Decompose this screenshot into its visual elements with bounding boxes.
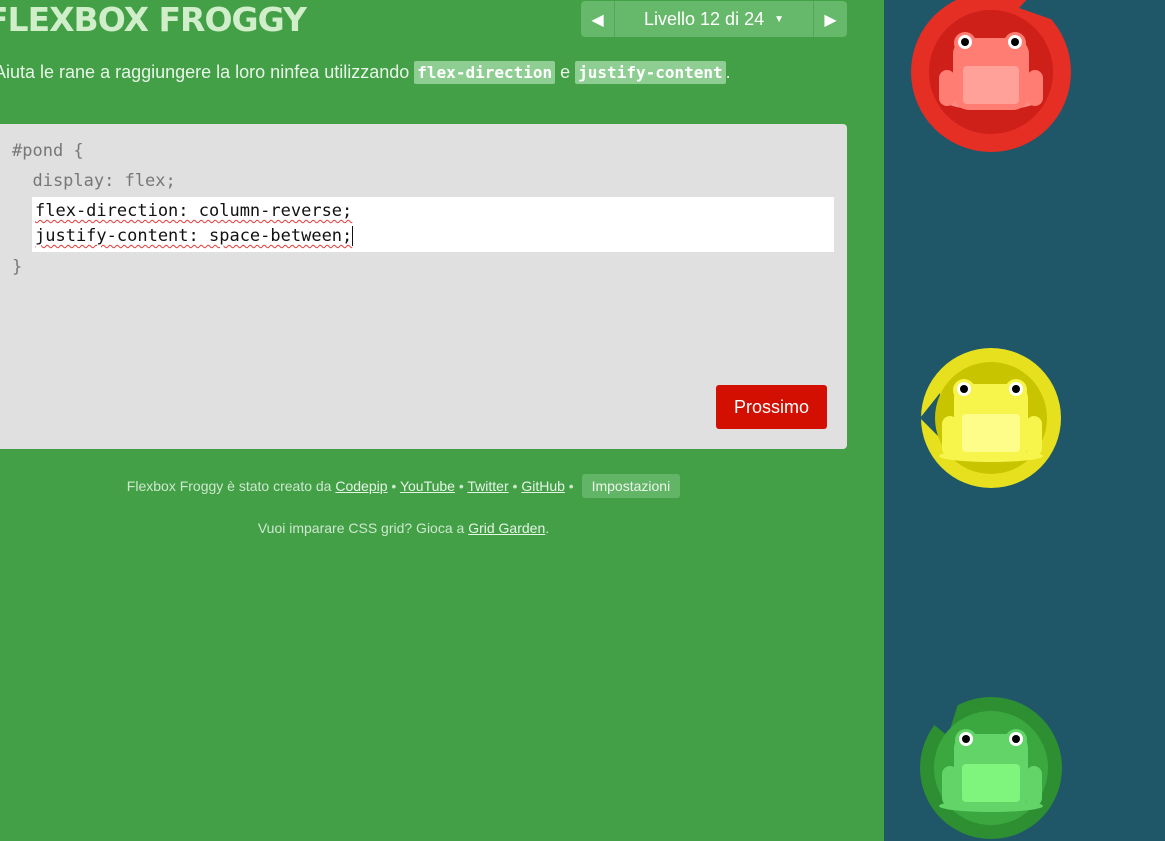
code-line-selector: #pond {	[12, 141, 84, 161]
instructions-text: Aiuta le rane a raggiungere la loro ninf…	[0, 62, 415, 82]
caret-down-icon: ▼	[774, 13, 784, 25]
input-line-1: flex-direction: column-reverse;	[35, 201, 352, 221]
yellow-frog	[920, 348, 1061, 488]
instructions-conj: e	[555, 62, 576, 82]
grid-promo-text: Vuoi imparare CSS grid? Gioca a	[257, 520, 469, 536]
input-line-2-text: justify-content: space-between;	[35, 226, 353, 246]
credits-text: Flexbox Froggy è stato creato da	[126, 478, 336, 494]
pond	[884, 0, 1165, 841]
grid-garden-promo: Vuoi imparare CSS grid? Gioca a Grid Gar…	[0, 520, 807, 536]
prev-level-button[interactable]: ◀	[581, 1, 615, 37]
text-cursor	[352, 226, 354, 246]
level-navigator: ◀ Livello 12 di 24 ▼ ▶	[581, 1, 847, 37]
codepip-link[interactable]: Codepip	[335, 478, 387, 494]
instructions-end: .	[725, 62, 731, 82]
page-title: FLEXBOX FROGGY	[0, 0, 307, 39]
next-level-button[interactable]: ▶	[813, 1, 847, 37]
instructions: Aiuta le rane a raggiungere la loro ninf…	[0, 61, 731, 84]
game-panel: FLEXBOX FROGGY ◀ Livello 12 di 24 ▼ ▶ Ai…	[0, 0, 884, 841]
github-link[interactable]: GitHub	[521, 478, 565, 494]
right-triangle-icon: ▶	[824, 9, 837, 29]
level-label: Livello 12 di 24	[644, 8, 765, 29]
code-line-close: }	[12, 257, 23, 277]
grid-garden-link[interactable]: Grid Garden	[468, 520, 545, 536]
level-indicator[interactable]: Livello 12 di 24 ▼	[615, 1, 813, 37]
left-triangle-icon: ◀	[591, 9, 604, 29]
credits: Flexbox Froggy è stato creato da Codepip…	[0, 474, 807, 498]
red-frog	[911, 0, 1071, 152]
input-line-1-text: flex-direction: column-reverse;	[35, 201, 353, 221]
twitter-link[interactable]: Twitter	[467, 478, 508, 494]
youtube-link[interactable]: YouTube	[400, 478, 455, 494]
grid-promo-end: .	[545, 520, 550, 536]
css-editor: #pond { display: flex; flex-direction: c…	[0, 124, 847, 449]
input-line-2: justify-content: space-between;	[35, 226, 354, 246]
code-input[interactable]: flex-direction: column-reverse; justify-…	[32, 197, 834, 252]
green-frog	[920, 697, 1062, 839]
code-justify-content: justify-content	[575, 61, 726, 84]
settings-button[interactable]: Impostazioni	[581, 474, 681, 498]
next-button[interactable]: Prossimo	[716, 385, 827, 429]
code-flex-direction: flex-direction	[414, 61, 556, 84]
code-line-display: display: flex;	[12, 171, 176, 191]
